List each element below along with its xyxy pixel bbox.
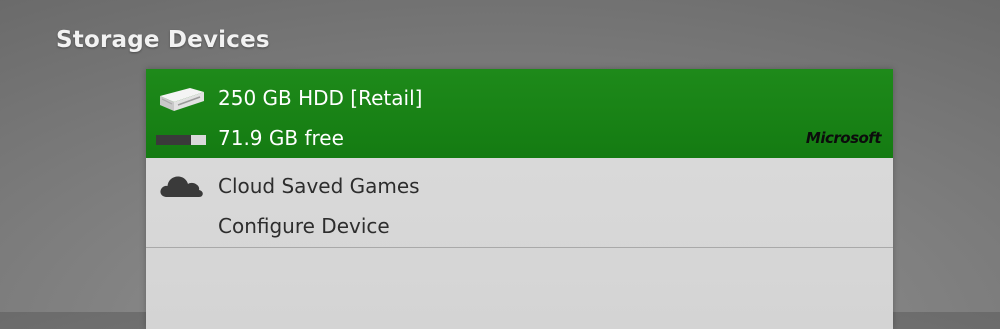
page-title: Storage Devices (56, 27, 270, 53)
device-item-cloud[interactable]: Cloud Saved Games Configure Device (146, 158, 893, 248)
microsoft-logo: Microsoft (805, 129, 882, 147)
storage-device-list: 250 GB HDD [Retail] 71.9 GB free Microso… (146, 69, 893, 329)
device-name: Cloud Saved Games (218, 174, 420, 198)
storage-usage-bar (156, 135, 206, 145)
device-name: 250 GB HDD [Retail] (218, 86, 423, 110)
storage-usage-fill (156, 135, 191, 145)
device-item-hdd[interactable]: 250 GB HDD [Retail] 71.9 GB free Microso… (146, 69, 893, 158)
cloud-icon (160, 176, 203, 197)
free-space-label: 71.9 GB free (218, 126, 344, 150)
hard-drive-icon (160, 88, 204, 111)
configure-device-link[interactable]: Configure Device (218, 214, 390, 238)
